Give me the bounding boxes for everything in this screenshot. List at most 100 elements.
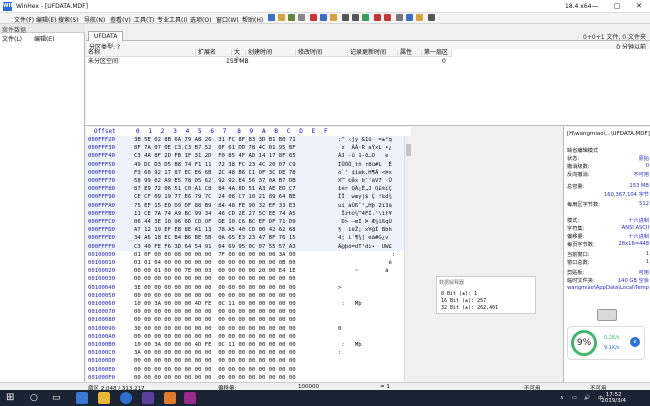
tray-network-icon[interactable]: ▭	[572, 395, 577, 401]
tab-ufdata[interactable]: UFDATA	[88, 31, 124, 41]
task-view-icon[interactable]: ▭	[52, 392, 64, 404]
start-icon[interactable]: ⊞	[6, 392, 18, 404]
col-ext[interactable]: 扩展名	[196, 49, 232, 57]
hex-row[interactable]: 001000B0 10 00 3A 00 00 00 4D FE 0C 11 00…	[86, 341, 411, 349]
hex-row[interactable]: 00100010 01 01 04 00 00 00 00 00 00 00 00…	[86, 259, 411, 267]
hex-text: Ã@þö=dT‘di• UW£	[338, 243, 392, 250]
hex-row[interactable]: 00100030 00 00 00 00 00 00 00 00 00 00 00…	[86, 275, 411, 283]
info-row: 160,367,104 字节	[567, 191, 649, 198]
col-name[interactable]: 名称	[86, 49, 196, 57]
clock[interactable]: 17:52 2019/3/4	[601, 392, 626, 404]
col-updated[interactable]: 记录更新时间	[348, 49, 398, 57]
save-icon[interactable]	[288, 14, 295, 21]
ram-icon[interactable]	[406, 14, 413, 21]
col-modified[interactable]: 修改时间	[296, 49, 348, 57]
menu-navigate[interactable]: 导航(N)	[84, 15, 105, 24]
minimize-button[interactable]: —	[584, 0, 606, 13]
new-icon[interactable]	[268, 14, 275, 21]
menu-help[interactable]: 帮助(H)	[242, 15, 263, 24]
hex-row[interactable]: 000FFFA0 75 EF 15 E0 D9 DF 88 B9 84 48 FE…	[86, 201, 411, 210]
case-edit-menu[interactable]: 编辑(E)	[34, 36, 54, 43]
menu-edit[interactable]: 编辑(E)	[36, 15, 56, 24]
maximize-button[interactable]: ▢	[606, 0, 628, 13]
list-item[interactable]: 未分区空间	[88, 58, 118, 66]
find-hex-icon[interactable]	[352, 14, 359, 21]
hex-row[interactable]: 000FFFB0 11 CE 7A 74 A9 BC 99 34 46 CD 2E…	[86, 209, 411, 218]
status-bar: 扇区 2,048 / 313,217 偏移量: 100000 = 1 不可用 不…	[0, 382, 650, 392]
disk-icon[interactable]	[396, 14, 403, 21]
ie-icon[interactable]	[120, 392, 132, 404]
open-icon[interactable]	[278, 14, 285, 21]
hex-bytes: 3A 00 00 00 00 00 00 00 00 00 00 00 00 0…	[134, 350, 296, 357]
menu-view[interactable]: 查看(V)	[110, 15, 131, 24]
forward-icon[interactable]	[384, 14, 391, 21]
hex-col-3: 3	[173, 128, 177, 135]
hex-row[interactable]: 000FFF70 58 99 02 A9 E5 78 05 62 92 92 E4…	[86, 177, 411, 186]
info-value: wangmiao\AppData\Local\Temp	[567, 285, 649, 291]
hex-row[interactable]: 000FFF80 87 E9 72 06 51 C0 A1 C8 84 4A 8D…	[86, 185, 411, 194]
tray-volume-icon[interactable]: 🔊	[584, 395, 590, 401]
hex-scrollbar[interactable]	[404, 136, 411, 382]
hex-row[interactable]: 001000D0 00 00 00 00 00 00 00 00 00 00 00…	[86, 357, 411, 365]
hex-row[interactable]: 00100070 00 00 00 00 00 00 00 00 00 00 00…	[86, 308, 411, 316]
col-size[interactable]: 大小	[232, 49, 246, 64]
hex-row[interactable]: 000FFF60 F3 60 92 17 87 EC E6 6B 2C 48 B6…	[86, 168, 411, 177]
edge-icon[interactable]	[76, 392, 88, 404]
hex-row[interactable]: 000FFFE0 34 A6 18 EC B4 B6 BE 5B 0A 65 E3…	[86, 234, 411, 243]
hex-row[interactable]: 000FFF20 3B 5E 02 8B 6A 79 A8 26 31 FC 8F…	[86, 136, 411, 145]
hash-icon[interactable]	[428, 14, 435, 21]
close-button[interactable]: ✕	[628, 0, 650, 13]
cut-icon[interactable]	[310, 14, 317, 21]
col-first-sector[interactable]: 第一扇区	[422, 49, 452, 57]
menu-options[interactable]: 选项(O)	[190, 15, 211, 24]
network-speed-widget[interactable]: 9% 0.2K/s 9.1K/s e	[567, 326, 645, 360]
menu-file[interactable]: 文件(F)	[14, 15, 34, 24]
partition-info: 分区类型: ? 0 分钟以前	[86, 41, 650, 51]
case-file-menu[interactable]: 文件(L)	[2, 36, 22, 43]
hex-row[interactable]: 00100060 10 00 3A 00 00 00 4D FE 0C 11 00…	[86, 300, 411, 308]
hex-offset: 00100010	[88, 260, 115, 266]
app-icon-1[interactable]	[142, 392, 154, 404]
taskbar: ⊞ ○ ▭ ∧ ▭ 🔊 中 17:52 2019/3/4	[0, 390, 650, 406]
hex-offset: 000FFFD0	[88, 227, 115, 234]
copy-icon[interactable]	[320, 14, 327, 21]
browser-icon[interactable]: e	[630, 337, 640, 347]
hex-bytes: C3 40 FE F6 3D 64 54 91 64 69 95 0C 07 5…	[134, 243, 296, 250]
menu-search[interactable]: 搜索(S)	[58, 15, 79, 24]
tray-up-icon[interactable]: ∧	[560, 395, 564, 401]
hex-row[interactable]: 00100050 00 00 00 00 00 00 00 00 00 00 00…	[86, 292, 411, 300]
menu-window[interactable]: 窗口(W)	[216, 15, 239, 24]
calc-icon[interactable]	[416, 14, 423, 21]
hex-row[interactable]: 000FFF90 CE CF 09 19 77 E6 79 7C 24 08 C7…	[86, 193, 411, 202]
hex-row[interactable]: 001000C0 3A 00 00 00 00 00 00 00 00 00 00…	[86, 349, 411, 357]
hex-row[interactable]: 00100020 00 00 01 00 00 7E 00 03 00 00 00…	[86, 267, 411, 275]
col-created[interactable]: 创建时间	[246, 49, 296, 57]
hex-row[interactable]: 00100040 3E 00 00 00 00 00 00 00 00 00 00…	[86, 284, 411, 292]
hex-row[interactable]: 000FFFF0 C3 40 FE F6 3D 64 54 91 64 69 95…	[86, 242, 411, 251]
print-icon[interactable]	[298, 14, 305, 21]
hex-row[interactable]: 001000E0 00 00 00 00 00 00 00 00 00 00 00…	[86, 366, 411, 374]
hex-row[interactable]: 00100000 01 0F 00 00 08 00 00 00 7F 00 00…	[86, 251, 411, 259]
col-attr[interactable]: 属性	[398, 49, 422, 57]
hex-row[interactable]: 000FFFD0 A7 12 19 EF EB 8E A1 13 78 A5 40…	[86, 226, 411, 235]
goto-icon[interactable]	[362, 14, 369, 21]
hex-row[interactable]: 000FFF30 8F 7A 07 0E C3 C3 B7 52 0F 61 DD…	[86, 144, 411, 153]
hex-bytes: 00 00 01 00 00 7E 00 03 00 00 00 00 20 0…	[134, 268, 296, 275]
paste-icon[interactable]	[330, 14, 337, 21]
explorer-icon[interactable]	[98, 392, 110, 404]
hex-row[interactable]: 000FFFC0 06 44 3E 10 96 6D CD OF DE 10 C6…	[86, 218, 411, 227]
hex-row[interactable]: 001000F0 00 00 00 00 00 00 00 00 00 00 00…	[86, 374, 411, 382]
winhex-taskbar-icon[interactable]	[184, 392, 196, 404]
search-icon[interactable]: ○	[30, 392, 42, 404]
find-icon[interactable]	[342, 14, 349, 21]
hex-row[interactable]: 001000A0 00 00 00 00 00 00 00 00 00 00 00…	[86, 333, 411, 341]
back-icon[interactable]	[374, 14, 381, 21]
menu-tools[interactable]: 工具(T)	[134, 15, 154, 24]
hex-row[interactable]: 000FFF40 C3 4A 8F 2D FB 1F 31 2D F0 85 4F…	[86, 152, 411, 161]
hex-row[interactable]: 00100080 00 00 00 00 00 00 00 00 00 00 00…	[86, 316, 411, 324]
app-icon-2[interactable]	[164, 392, 176, 404]
menu-pro-tools[interactable]: 专业工具(I)	[157, 15, 187, 24]
hex-editor[interactable]: Offset 0 12 3 4 5 67 8 9 A BC D E F 000FFF20 3B 5E 02…	[86, 127, 411, 382]
hex-row[interactable]: 000FFF50 49 DC D3 D5 B8 74 F1 11 72 38 FC…	[86, 160, 411, 169]
hex-row[interactable]: 00100090 30 00 00 00 00 00 00 00 00 00 00…	[86, 325, 411, 333]
